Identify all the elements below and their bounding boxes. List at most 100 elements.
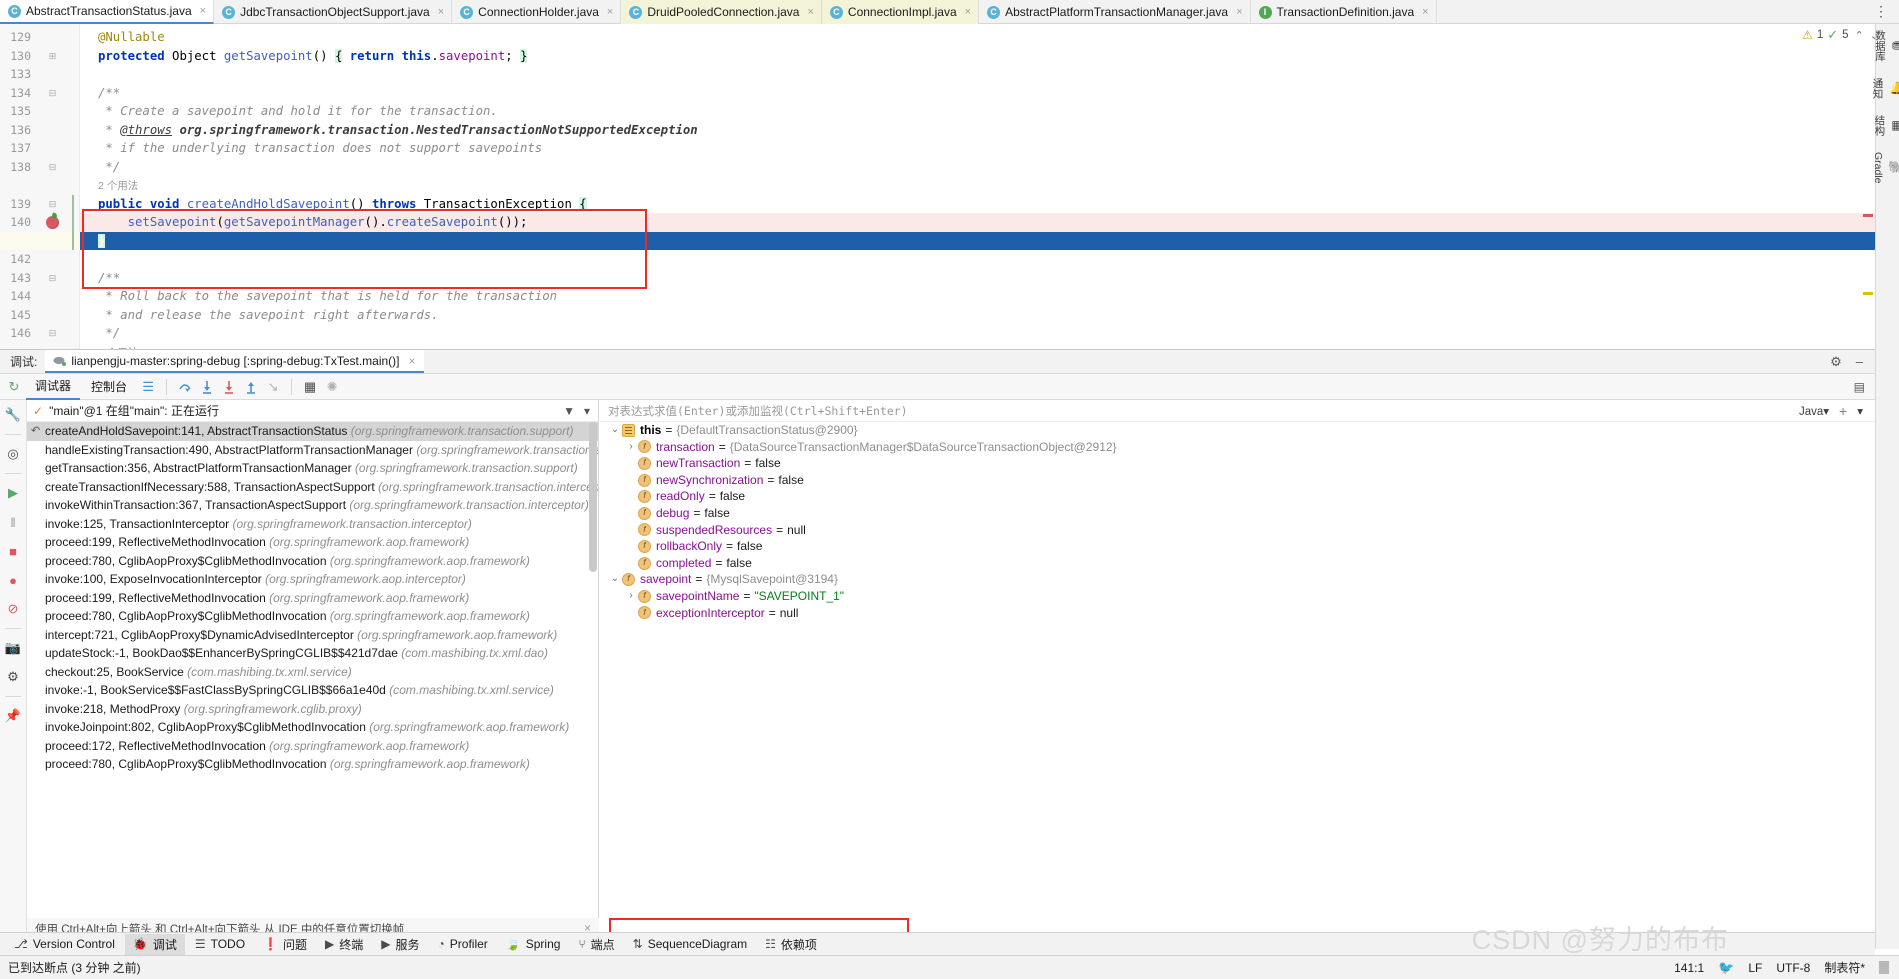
code-fold-toggle[interactable]: ⊞ xyxy=(47,47,58,66)
bottom-tab-services[interactable]: ▶ 服务 xyxy=(373,934,427,955)
close-icon[interactable]: × xyxy=(200,5,206,17)
variables-panel[interactable]: 对表达式求值(Enter)或添加监视(Ctrl+Shift+Enter) Jav… xyxy=(600,400,1875,979)
bottom-tab-profiler[interactable]: ◔ Profiler xyxy=(430,935,496,953)
code-line[interactable]: * Create a savepoint and hold it for the… xyxy=(80,102,497,121)
editor-tab-5[interactable]: C AbstractPlatformTransactionManager.java… xyxy=(979,0,1251,24)
close-icon[interactable]: × xyxy=(965,6,971,18)
wrench-icon[interactable]: 🔧 xyxy=(3,405,23,425)
expand-toggle-icon[interactable]: › xyxy=(624,439,638,456)
frame-row[interactable]: invoke:218, MethodProxy (org.springframe… xyxy=(27,700,598,719)
close-icon[interactable]: × xyxy=(1236,6,1242,18)
frame-row[interactable]: proceed:172, ReflectiveMethodInvocation … xyxy=(27,737,598,756)
evaluate-expression-row[interactable]: 对表达式求值(Enter)或添加监视(Ctrl+Shift+Enter) Jav… xyxy=(600,400,1875,422)
step-into-icon[interactable] xyxy=(197,377,217,397)
frame-row[interactable]: getTransaction:356, AbstractPlatformTran… xyxy=(27,459,598,478)
stop-icon[interactable]: ■ xyxy=(3,541,23,561)
tab-console[interactable]: 控制台 xyxy=(82,375,136,399)
close-icon[interactable]: × xyxy=(1422,6,1428,18)
frame-row[interactable]: proceed:199, ReflectiveMethodInvocation … xyxy=(27,533,598,552)
editor-tab-4[interactable]: C ConnectionImpl.java × xyxy=(821,0,980,24)
bottom-tab-spring[interactable]: 🍃 Spring xyxy=(498,935,569,953)
frames-panel[interactable]: ✓ "main"@1 在组"main": 正在运行 ▼ ▾ createAndH… xyxy=(27,400,599,918)
code-line[interactable]: setSavepoint(getSavepointManager().creat… xyxy=(80,213,528,232)
bottom-tab-todo[interactable]: ☰ TODO xyxy=(187,935,253,953)
frame-row[interactable]: proceed:780, CglibAopProxy$CglibMethodIn… xyxy=(27,552,598,571)
bottom-tab-problems[interactable]: ❗ 问题 xyxy=(255,934,315,955)
gear-icon[interactable]: ⚙ xyxy=(1830,354,1842,370)
resume-icon[interactable]: ▶ xyxy=(3,483,23,503)
variable-row[interactable]: › f savepointName = "SAVEPOINT_1" xyxy=(600,588,1875,605)
code-line[interactable]: /** xyxy=(80,84,120,103)
variable-row[interactable]: f completed = false xyxy=(600,555,1875,572)
pin-icon[interactable]: 📌 xyxy=(3,706,23,726)
bottom-tab-sequence-diagram[interactable]: ⇅ SequenceDiagram xyxy=(625,935,755,953)
variable-row[interactable]: ⌄ this = {DefaultTransactionStatus@2900} xyxy=(600,422,1875,439)
editor-tab-3[interactable]: C DruidPooledConnection.java × xyxy=(621,0,822,24)
code-line[interactable]: /** xyxy=(80,269,120,288)
editor-code-area[interactable]: @Nullable protected Object getSavepoint()… xyxy=(80,24,1875,349)
mute-breakpoints-icon[interactable]: ✺ xyxy=(322,377,342,397)
chevron-down-icon[interactable]: ▾ xyxy=(1857,404,1863,418)
editor-tab-2[interactable]: C ConnectionHolder.java × xyxy=(452,0,622,24)
code-line[interactable]: 2 个用法 xyxy=(80,176,138,195)
code-line[interactable]: * if the underlying transaction does not… xyxy=(80,139,542,158)
rerun-icon[interactable]: ↻ xyxy=(4,377,24,397)
code-line[interactable] xyxy=(80,65,98,84)
variable-row[interactable]: f readOnly = false xyxy=(600,488,1875,505)
editor-gutter[interactable]: 129130⊞133134⊟135136137138⊟139⊟140141⊟14… xyxy=(0,24,80,349)
expand-toggle-icon[interactable]: ⌄ xyxy=(608,571,622,588)
right-tool-database-icon[interactable]: ⛃ 数据库 xyxy=(1873,30,1899,62)
code-line[interactable]: public void createAndHoldSavepoint() thr… xyxy=(80,195,587,214)
code-line[interactable]: */ xyxy=(80,158,120,177)
code-line[interactable]: */ xyxy=(80,324,120,343)
frame-row[interactable]: proceed:199, ReflectiveMethodInvocation … xyxy=(27,589,598,608)
frame-row[interactable]: proceed:780, CglibAopProxy$CglibMethodIn… xyxy=(27,755,598,774)
expand-toggle-icon[interactable]: › xyxy=(624,588,638,605)
frame-row[interactable]: handleExistingTransaction:490, AbstractP… xyxy=(27,441,598,460)
mute-breakpoints-icon[interactable]: ⊘ xyxy=(3,599,23,619)
frame-row[interactable]: createAndHoldSavepoint:141, AbstractTran… xyxy=(27,422,598,441)
breakpoint-icon[interactable] xyxy=(46,216,59,229)
pause-icon[interactable]: ‖ xyxy=(3,512,23,532)
variable-row[interactable]: f rollbackOnly = false xyxy=(600,538,1875,555)
debug-toolbar-settings-icon[interactable]: ▤ xyxy=(1854,380,1875,394)
right-tool-bell-icon[interactable]: 🔔 通知 xyxy=(1871,78,1899,99)
code-fold-toggle[interactable]: ⊟ xyxy=(47,158,58,177)
frame-row[interactable]: proceed:780, CglibAopProxy$CglibMethodIn… xyxy=(27,607,598,626)
frame-row[interactable]: invoke:-1, BookService$$FastClassBySprin… xyxy=(27,681,598,700)
add-watch-icon[interactable]: + xyxy=(1839,403,1847,419)
code-line[interactable] xyxy=(80,250,98,269)
editor-tab-0[interactable]: C AbstractTransactionStatus.java × xyxy=(0,0,215,24)
force-step-into-icon[interactable] xyxy=(219,377,239,397)
bottom-tab-branch[interactable]: ⎇ Version Control xyxy=(6,935,123,953)
thread-selector[interactable]: ✓ "main"@1 在组"main": 正在运行 ▼ ▾ xyxy=(27,400,598,422)
debug-session-tab[interactable]: lianpengju-master:spring-debug [:spring-… xyxy=(45,350,424,373)
camera-icon[interactable]: 📷 xyxy=(3,638,23,658)
expand-toggle-icon[interactable]: ⌄ xyxy=(608,422,622,439)
close-icon[interactable]: × xyxy=(807,6,813,18)
variable-row[interactable]: f debug = false xyxy=(600,505,1875,522)
language-selector[interactable]: Java▾ xyxy=(1799,404,1829,418)
bottom-tab-dependencies[interactable]: ☷ 依赖项 xyxy=(757,934,825,955)
frame-row[interactable]: invokeJoinpoint:802, CglibAopProxy$Cglib… xyxy=(27,718,598,737)
editor-tab-1[interactable]: C JdbcTransactionObjectSupport.java × xyxy=(214,0,453,24)
bottom-tab-endpoints[interactable]: ⑂ 端点 xyxy=(570,934,622,955)
code-line[interactable]: * and release the savepoint right afterw… xyxy=(80,306,438,325)
close-icon[interactable]: × xyxy=(409,354,416,368)
frame-row[interactable]: createTransactionIfNecessary:588, Transa… xyxy=(27,478,598,497)
editor-tab-6[interactable]: I TransactionDefinition.java × xyxy=(1251,0,1437,24)
file-encoding[interactable]: UTF-8 xyxy=(1776,961,1810,975)
step-out-icon[interactable] xyxy=(241,377,261,397)
show-execution-point-icon[interactable]: ◎ xyxy=(3,444,23,464)
code-fold-toggle[interactable]: ⊟ xyxy=(47,324,58,343)
bottom-tab-terminal[interactable]: ▶ 终端 xyxy=(317,934,371,955)
variable-row[interactable]: f newSynchronization = false xyxy=(600,472,1875,489)
bottom-tab-debug[interactable]: 🐞 调试 xyxy=(124,933,185,955)
code-fold-toggle[interactable]: ⊟ xyxy=(47,269,58,288)
filter-icon[interactable]: ▼ xyxy=(563,404,575,418)
frame-row[interactable]: invoke:125, TransactionInterceptor (org.… xyxy=(27,515,598,534)
close-icon[interactable]: × xyxy=(607,6,613,18)
close-icon[interactable]: × xyxy=(438,6,444,18)
indent-setting[interactable]: 制表符* xyxy=(1824,959,1865,976)
frame-row[interactable]: invokeWithinTransaction:367, Transaction… xyxy=(27,496,598,515)
